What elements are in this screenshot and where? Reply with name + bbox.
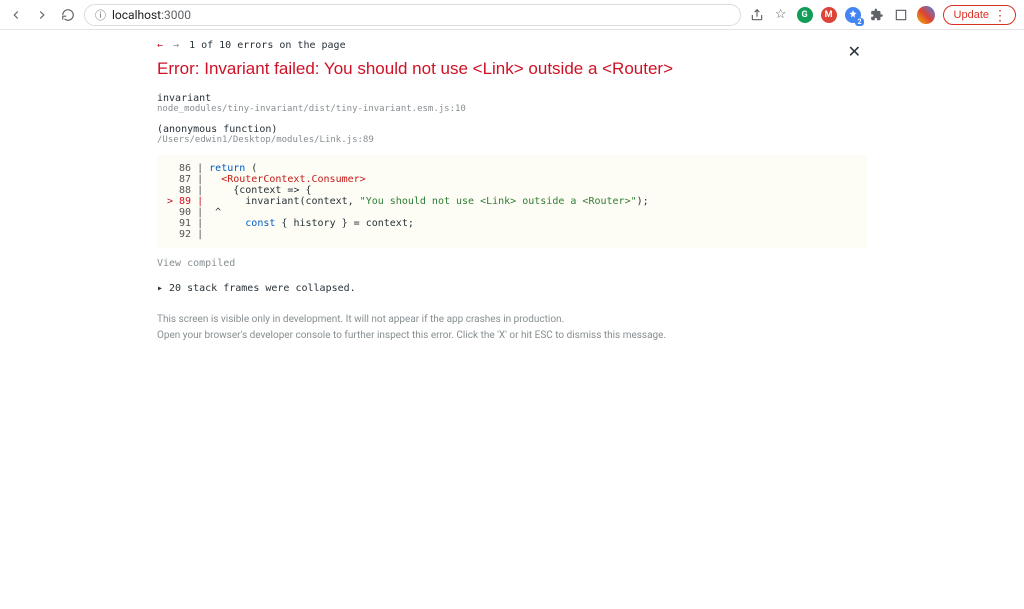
extensions-puzzle-icon[interactable] xyxy=(869,7,885,23)
close-icon: ✕ xyxy=(848,42,861,61)
bookmark-star-icon[interactable]: ☆ xyxy=(773,7,789,23)
back-icon[interactable] xyxy=(8,7,24,23)
error-title: Error: Invariant failed: You should not … xyxy=(157,59,867,79)
prev-error-button[interactable]: ← xyxy=(157,40,163,51)
stack-frame-label: invariant xyxy=(157,93,867,104)
stack-frame-path[interactable]: node_modules/tiny-invariant/dist/tiny-in… xyxy=(157,104,867,114)
update-button[interactable]: Update ⋮ xyxy=(943,5,1016,25)
share-icon[interactable] xyxy=(749,7,765,23)
error-overlay: ✕ ← → 1 of 10 errors on the page Error: … xyxy=(0,30,1024,609)
reload-icon[interactable] xyxy=(60,7,76,23)
error-counter: 1 of 10 errors on the page xyxy=(189,40,346,51)
stack-frame-label: (anonymous function) xyxy=(157,124,867,135)
next-error-button[interactable]: → xyxy=(173,40,179,51)
extension-m-icon[interactable]: M xyxy=(821,7,837,23)
close-button[interactable]: ✕ xyxy=(842,40,867,63)
code-snippet: 86 | return ( 87 | <RouterContext.Consum… xyxy=(157,155,867,248)
address-bar[interactable]: ⓘ localhost:3000 xyxy=(84,4,741,26)
extension-grammarly-icon[interactable]: G xyxy=(797,7,813,23)
forward-icon[interactable] xyxy=(34,7,50,23)
url-host: localhost xyxy=(112,8,161,22)
url-port: :3000 xyxy=(161,8,191,22)
window-icon[interactable] xyxy=(893,7,909,23)
update-label: Update xyxy=(954,9,989,21)
extension-joomla-icon[interactable]: 2 xyxy=(845,7,861,23)
collapsed-frames-toggle[interactable]: ▸ 20 stack frames were collapsed. xyxy=(157,283,867,294)
more-dots-icon: ⋮ xyxy=(993,8,1007,22)
profile-avatar-icon[interactable] xyxy=(917,6,935,24)
footer-note: This screen is visible only in developme… xyxy=(157,312,867,344)
browser-toolbar: ⓘ localhost:3000 ☆ G M 2 Update ⋮ xyxy=(0,0,1024,30)
site-info-icon[interactable]: ⓘ xyxy=(95,7,106,23)
view-compiled-link[interactable]: View compiled xyxy=(157,258,867,269)
stack-frame-path[interactable]: /Users/edwin1/Desktop/modules/Link.js:89 xyxy=(157,135,867,145)
